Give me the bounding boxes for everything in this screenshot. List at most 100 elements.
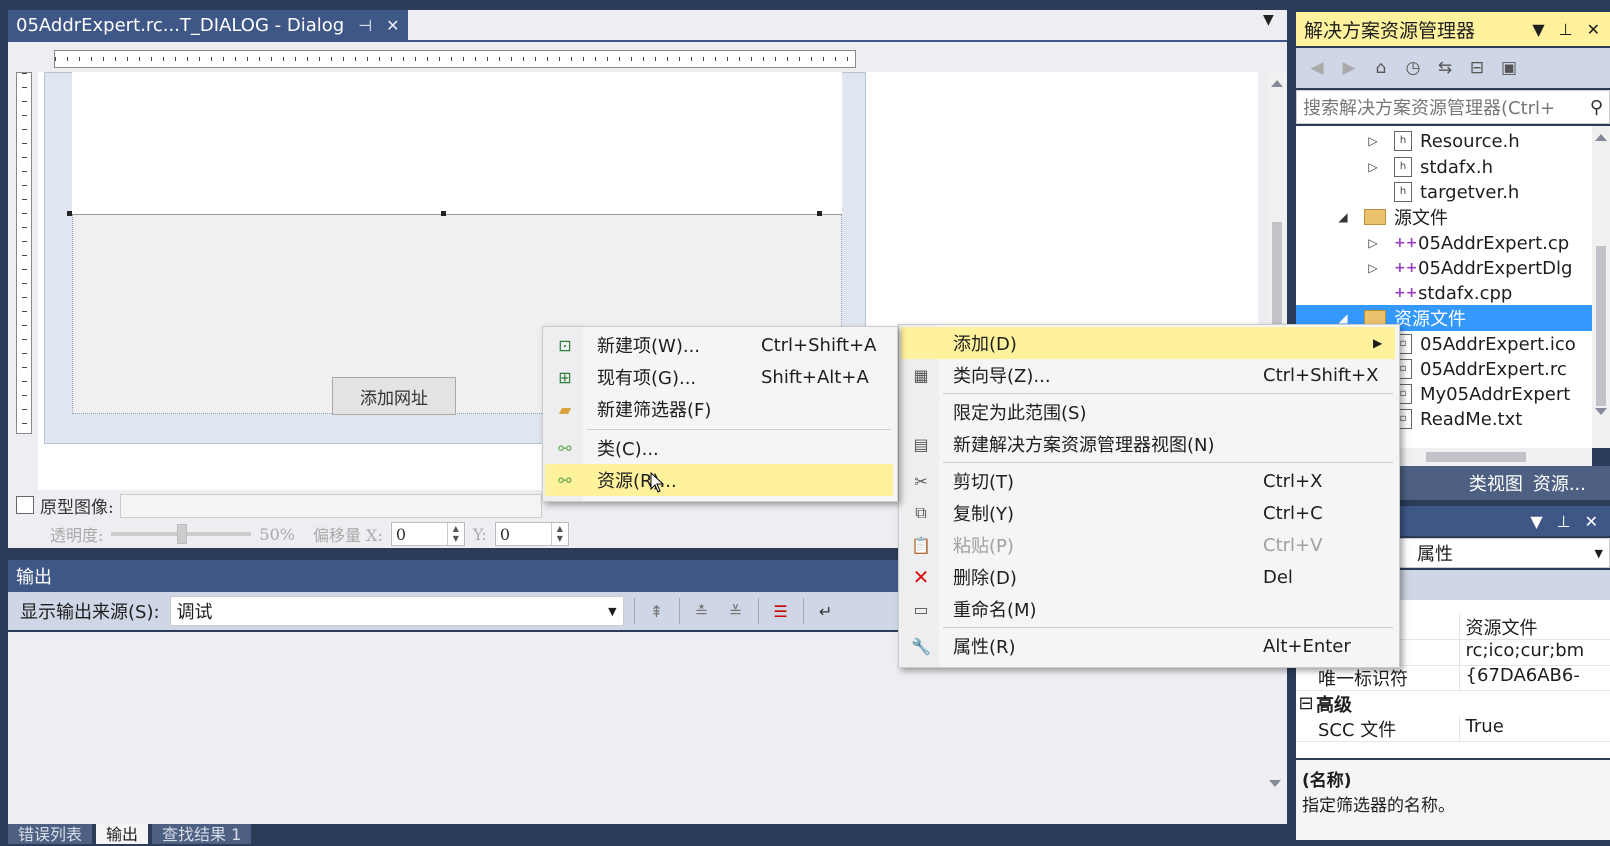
close-tab-icon[interactable]: ✕	[386, 16, 399, 35]
menu-item-existing-item[interactable]: ⊞ 现有项(G)... Shift+Alt+A	[545, 361, 893, 393]
close-icon[interactable]: ✕	[1585, 512, 1598, 531]
menu-item-scope-to-this[interactable]: 限定为此范围(S)	[901, 396, 1395, 428]
opacity-slider[interactable]	[111, 524, 252, 544]
expand-arrow-icon[interactable]: ▷	[1366, 236, 1380, 250]
expand-arrow-icon[interactable]: ▷	[1366, 160, 1380, 174]
menu-item-add[interactable]: 添加(D) ▶	[901, 327, 1395, 359]
collapse-arrow-icon[interactable]: ◢	[1336, 311, 1350, 325]
scroll-up-icon[interactable]	[1595, 134, 1607, 141]
sync-icon[interactable]: ⇆	[1434, 57, 1456, 79]
property-value[interactable]: rc;ico;cur;bm	[1458, 640, 1610, 665]
expand-arrow-icon[interactable]: ▷	[1366, 134, 1380, 148]
property-category[interactable]: ⊟ 高级	[1296, 691, 1610, 716]
property-row[interactable]: SCC 文件 True	[1296, 716, 1610, 742]
property-value[interactable]: True	[1458, 716, 1610, 741]
tree-item[interactable]: ++ stdafx.cpp	[1296, 280, 1592, 306]
rename-icon: ▭	[913, 599, 929, 619]
context-menu: 添加(D) ▶ ▦ 类向导(Z)... Ctrl+Shift+X 限定为此范围(…	[898, 324, 1400, 668]
document-tab[interactable]: 05AddrExpert.rc...T_DIALOG - Dialog ⊣ ✕	[8, 10, 408, 40]
solution-explorer-search-input[interactable]: 搜索解决方案资源管理器(Ctrl+ ⚲	[1296, 90, 1610, 124]
show-all-files-icon[interactable]: ▣	[1498, 57, 1520, 79]
solution-tree-vertical-scrollbar[interactable]	[1592, 126, 1610, 448]
find-message-icon[interactable]: ⇞	[645, 599, 669, 623]
chevron-down-icon[interactable]: ▼	[1595, 547, 1603, 560]
menu-item-copy[interactable]: ⧉ 复制(Y) Ctrl+C	[901, 497, 1395, 529]
clear-all-icon[interactable]: ☰	[769, 599, 793, 623]
menu-item-new-filter[interactable]: ▰ 新建筛选器(F)	[545, 393, 893, 425]
collapse-arrow-icon[interactable]: ◢	[1336, 210, 1350, 224]
collapse-box-icon[interactable]: ⊟	[1296, 693, 1316, 714]
search-icon[interactable]: ⚲	[1590, 97, 1603, 118]
window-position-dropdown-icon[interactable]: ▼	[1530, 512, 1542, 531]
list-control[interactable]	[72, 72, 842, 215]
spinner-arrows-icon[interactable]: ▲ ▼	[550, 523, 568, 545]
properties-object-label: 属性	[1417, 544, 1453, 565]
tab-resource-view[interactable]: 资源...	[1533, 470, 1586, 496]
bottom-tab-strip: 错误列表 输出 查找结果 1	[8, 824, 252, 844]
expand-arrow-icon[interactable]: ▷	[1366, 261, 1380, 275]
close-icon[interactable]: ✕	[1587, 20, 1600, 39]
tab-output[interactable]: 输出	[96, 824, 149, 844]
pin-icon[interactable]: ⊥	[1559, 20, 1573, 39]
pin-icon[interactable]: ⊥	[1557, 512, 1571, 531]
menu-item-new-item[interactable]: ⊡ 新建项(W)... Ctrl+Shift+A	[545, 329, 893, 361]
output-source-label: 显示输出来源(S):	[20, 602, 160, 623]
property-row[interactable]: 唯一标识符 {67DA6AB6-	[1296, 665, 1610, 691]
tree-item[interactable]: h targetver.h	[1296, 179, 1592, 205]
tree-item[interactable]: ▷ h stdafx.h	[1296, 154, 1592, 180]
scroll-thumb[interactable]	[1426, 452, 1526, 462]
go-next-message-icon[interactable]: ≚	[724, 599, 748, 623]
offset-y-spinner[interactable]: 0 ▲ ▼	[494, 522, 569, 546]
offset-y-label: Y:	[472, 524, 487, 544]
home-icon[interactable]: ⌂	[1370, 57, 1392, 79]
tab-find-results[interactable]: 查找结果 1	[152, 824, 252, 844]
property-value[interactable]: {67DA6AB6-	[1458, 665, 1610, 690]
menu-item-label: 类向导(Z)...	[953, 366, 1051, 387]
pin-icon[interactable]: ⊣	[358, 16, 372, 35]
collapse-all-icon[interactable]: ⊟	[1466, 57, 1488, 79]
prototype-image-checkbox[interactable]	[16, 496, 34, 514]
resize-handle[interactable]	[441, 211, 446, 216]
menu-item-paste[interactable]: 📋 粘贴(P) Ctrl+V	[901, 529, 1395, 561]
tree-item[interactable]: ▷ ++ 05AddrExpert.cp	[1296, 230, 1592, 256]
tree-item[interactable]: ▷ ++ 05AddrExpertDlg	[1296, 255, 1592, 281]
output-source-value: 调试	[176, 602, 213, 623]
add-url-button[interactable]: 添加网址	[332, 377, 456, 415]
menu-item-resource[interactable]: ⚯ 资源(R)...	[545, 464, 893, 496]
offset-x-value: 0	[395, 524, 407, 544]
offset-x-spinner[interactable]: 0 ▲ ▼	[390, 522, 465, 546]
menu-item-new-view[interactable]: ▤ 新建解决方案资源管理器视图(N)	[901, 428, 1395, 460]
word-wrap-icon[interactable]: ↵	[814, 599, 838, 623]
back-icon[interactable]: ◀	[1306, 57, 1328, 79]
menu-item-rename[interactable]: ▭ 重命名(M)	[901, 593, 1395, 625]
menu-item-class-wizard[interactable]: ▦ 类向导(Z)... Ctrl+Shift+X	[901, 359, 1395, 391]
go-previous-message-icon[interactable]: ≛	[690, 599, 714, 623]
tree-item-label: stdafx.cpp	[1418, 282, 1513, 304]
forward-icon[interactable]: ▶	[1338, 57, 1360, 79]
opacity-slider-thumb[interactable]	[177, 524, 188, 544]
property-value[interactable]: 资源文件	[1458, 614, 1610, 639]
scroll-thumb[interactable]	[1596, 246, 1606, 406]
pending-changes-icon[interactable]: ◷	[1402, 57, 1424, 79]
output-source-select[interactable]: 调试 ▼	[169, 596, 624, 626]
menu-item-class[interactable]: ⚯ 类(C)...	[545, 432, 893, 464]
menu-item-shortcut: Ctrl+V	[1263, 534, 1323, 556]
chevron-down-icon[interactable]: ▼	[608, 605, 616, 618]
tree-item[interactable]: ◢ 源文件	[1296, 204, 1592, 230]
menu-item-properties[interactable]: 🔧 属性(R) Alt+Enter	[901, 630, 1395, 662]
menu-item-cut[interactable]: ✂ 剪切(T) Ctrl+X	[901, 465, 1395, 497]
tab-error-list[interactable]: 错误列表	[8, 824, 93, 844]
window-position-dropdown-icon[interactable]: ▼	[1532, 20, 1544, 39]
scroll-up-icon[interactable]	[1271, 80, 1283, 87]
resize-handle[interactable]	[817, 211, 822, 216]
menu-item-delete[interactable]: ✕ 删除(D) Del	[901, 561, 1395, 593]
tree-item[interactable]: ▷ h Resource.h	[1296, 128, 1592, 154]
tab-list-dropdown-icon[interactable]: ▼	[1263, 12, 1274, 28]
resize-handle[interactable]	[67, 211, 72, 216]
tab-class-view[interactable]: 类视图	[1469, 470, 1523, 496]
spinner-arrows-icon[interactable]: ▲ ▼	[446, 523, 464, 545]
prototype-image-label: 原型图像:	[40, 497, 114, 518]
scroll-down-icon[interactable]	[1269, 780, 1281, 787]
prototype-image-path-field[interactable]	[120, 494, 542, 518]
scroll-down-icon[interactable]	[1595, 408, 1607, 415]
